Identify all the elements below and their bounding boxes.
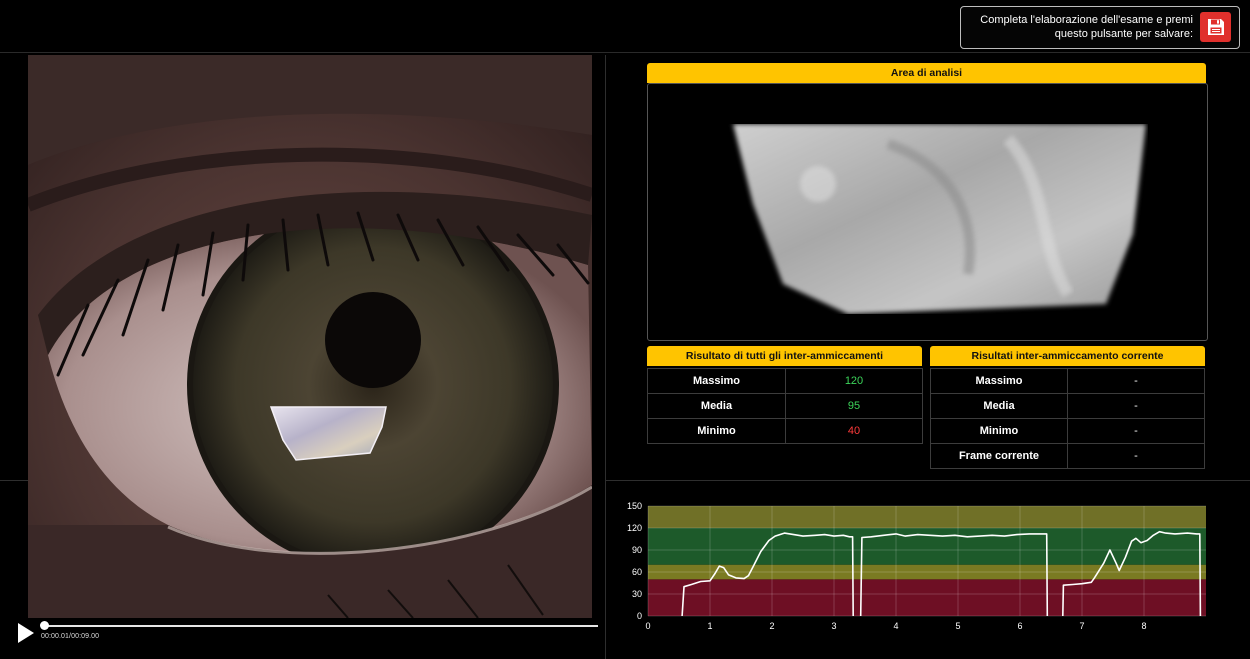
row-label: Minimo [930, 418, 1068, 444]
x-tick-label: 3 [831, 621, 836, 631]
row-value: 95 [785, 393, 923, 419]
save-panel: Completa l'elaborazione dell'esame e pre… [960, 6, 1240, 49]
analysis-area-image [733, 124, 1146, 314]
row-label: Media [930, 393, 1068, 419]
chart-band [648, 528, 1206, 565]
row-value: - [1067, 418, 1205, 444]
x-tick-label: 8 [1141, 621, 1146, 631]
table-row: Media - [930, 393, 1205, 419]
top-bar: Completa l'elaborazione dell'esame e pre… [0, 0, 1250, 53]
table-row: Massimo 120 [647, 368, 923, 394]
all-results-table: Massimo 120 Media 95 Minimo 40 [647, 368, 923, 444]
x-tick-label: 0 [645, 621, 650, 631]
table-row: Massimo - [930, 368, 1205, 394]
analysis-area-header: Area di analisi [647, 63, 1206, 83]
current-results-header: Risultati inter-ammiccamento corrente [930, 346, 1205, 366]
x-tick-label: 5 [955, 621, 960, 631]
x-tick-label: 2 [769, 621, 774, 631]
row-value: - [1067, 393, 1205, 419]
seek-handle[interactable] [40, 621, 49, 630]
y-tick-label: 0 [637, 611, 642, 621]
table-row: Media 95 [647, 393, 923, 419]
save-button[interactable] [1200, 12, 1231, 42]
y-tick-label: 120 [627, 523, 642, 533]
chart-band [648, 506, 1206, 528]
save-instructions: Completa l'elaborazione dell'esame e pre… [969, 13, 1193, 41]
floppy-disk-icon [1207, 19, 1224, 35]
x-tick-label: 7 [1079, 621, 1084, 631]
all-results-header: Risultato di tutti gli inter-ammiccament… [647, 346, 922, 366]
x-tick-label: 4 [893, 621, 898, 631]
y-tick-label: 60 [632, 567, 642, 577]
row-label: Media [647, 393, 786, 419]
play-icon[interactable] [16, 622, 36, 644]
row-label: Massimo [647, 368, 786, 394]
row-value: - [1067, 368, 1205, 394]
vertical-divider [605, 55, 606, 659]
table-row: Minimo 40 [647, 418, 923, 444]
tear-film-chart: 0 30 60 90 120 150 0 1 2 3 4 5 6 7 8 [627, 501, 1206, 631]
analysis-area [647, 83, 1208, 341]
video-frame[interactable] [28, 55, 592, 618]
video-controls: 00:00.01/00:09.00 [0, 618, 605, 659]
y-tick-label: 90 [632, 545, 642, 555]
table-row: Minimo - [930, 418, 1205, 444]
row-value: - [1067, 443, 1205, 469]
horizontal-divider [606, 480, 1250, 481]
save-instructions-line2: questo pulsante per salvare: [1054, 28, 1193, 40]
x-tick-label: 1 [707, 621, 712, 631]
table-row: Frame corrente - [930, 443, 1205, 469]
left-divider [0, 480, 28, 481]
seek-bar[interactable] [44, 625, 598, 627]
current-results-table: Massimo - Media - Minimo - Frame corrent… [930, 368, 1205, 469]
row-label: Massimo [930, 368, 1068, 394]
row-value: 120 [785, 368, 923, 394]
y-tick-label: 150 [627, 501, 642, 511]
row-label: Frame corrente [930, 443, 1068, 469]
row-value: 40 [785, 418, 923, 444]
row-label: Minimo [647, 418, 786, 444]
chart-band [648, 579, 1206, 616]
x-tick-label: 6 [1017, 621, 1022, 631]
eye-image [28, 55, 592, 618]
save-instructions-line1: Completa l'elaborazione dell'esame e pre… [980, 14, 1193, 26]
timecode: 00:00.01/00:09.00 [41, 633, 100, 640]
y-tick-label: 30 [632, 589, 642, 599]
